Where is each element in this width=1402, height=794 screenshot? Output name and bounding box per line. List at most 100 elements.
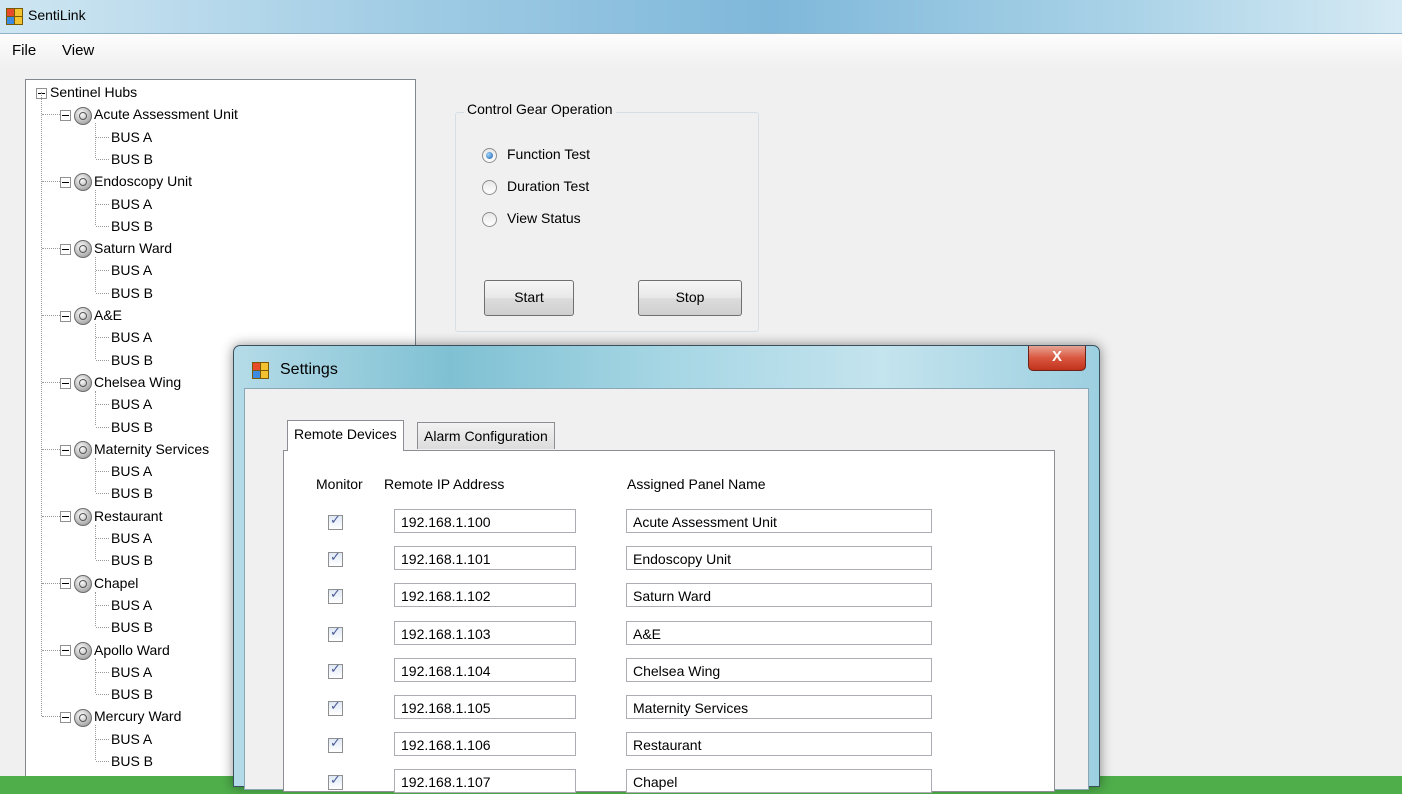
- tree-bus-item[interactable]: BUS A: [111, 193, 152, 215]
- tree-connector: [96, 225, 109, 227]
- tree-connector: [96, 493, 109, 495]
- bus-label: BUS A: [111, 329, 153, 346]
- remote-ip-field[interactable]: 192.168.1.101: [394, 546, 576, 571]
- collapse-icon[interactable]: [60, 444, 71, 456]
- panel-name-field[interactable]: Acute Assessment Unit: [626, 509, 932, 533]
- tab-alarm-configuration[interactable]: Alarm Configuration: [417, 422, 555, 449]
- panel-name-field[interactable]: Saturn Ward: [626, 583, 932, 608]
- tree-hub[interactable]: A&E: [60, 304, 122, 326]
- stop-button[interactable]: Stop: [638, 280, 742, 316]
- hub-label: Mercury Ward: [94, 708, 182, 725]
- remote-ip-field[interactable]: 192.168.1.107: [394, 769, 576, 794]
- tree-bus-item[interactable]: BUS A: [111, 594, 152, 616]
- tree-hub[interactable]: Mercury Ward: [60, 705, 181, 727]
- collapse-icon[interactable]: [60, 377, 71, 389]
- collapse-icon[interactable]: [60, 645, 71, 657]
- panel-name-field[interactable]: Chapel: [626, 769, 932, 794]
- monitor-checkbox[interactable]: [328, 625, 343, 642]
- tree-bus-item[interactable]: BUS B: [111, 683, 153, 705]
- hub-icon: [74, 307, 92, 326]
- panel-name-field[interactable]: Maternity Services: [626, 695, 932, 719]
- collapse-icon[interactable]: [60, 578, 71, 590]
- start-button[interactable]: Start: [484, 280, 574, 316]
- tree-bus-item[interactable]: BUS B: [111, 148, 153, 170]
- collapse-icon[interactable]: [60, 110, 71, 122]
- tree-connector: [96, 292, 109, 294]
- collapse-icon[interactable]: [60, 712, 71, 724]
- radio-duration-test[interactable]: Duration Test: [482, 175, 589, 197]
- tree-connector: [42, 315, 60, 316]
- collapse-icon[interactable]: [60, 310, 71, 322]
- remote-ip-field[interactable]: 192.168.1.100: [394, 509, 576, 533]
- tree-connector: [95, 524, 96, 560]
- radio-view-status[interactable]: View Status: [482, 207, 581, 229]
- tree-root[interactable]: Sentinel Hubs: [36, 81, 137, 103]
- tree-connector: [96, 604, 109, 606]
- tree-hub[interactable]: Acute Assessment Unit: [60, 103, 238, 125]
- bus-label: BUS B: [111, 351, 154, 368]
- monitor-checkbox[interactable]: [328, 550, 343, 568]
- tree-bus-item[interactable]: BUS A: [111, 728, 152, 750]
- remote-ip-field[interactable]: 192.168.1.104: [394, 657, 576, 682]
- panel-name-field[interactable]: A&E: [626, 620, 932, 645]
- tree-bus-item[interactable]: BUS B: [111, 282, 153, 304]
- tree-bus-item[interactable]: BUS B: [111, 215, 153, 237]
- monitor-checkbox[interactable]: [328, 513, 343, 530]
- monitor-checkbox[interactable]: [328, 773, 343, 791]
- radio-button-icon[interactable]: [482, 211, 497, 227]
- bus-label: BUS A: [111, 530, 153, 546]
- tree-hub[interactable]: Apollo Ward: [60, 639, 170, 661]
- tree-bus-item[interactable]: BUS B: [111, 549, 153, 571]
- collapse-icon[interactable]: [60, 176, 71, 188]
- tree-hub[interactable]: Saturn Ward: [60, 237, 172, 259]
- collapse-icon[interactable]: [60, 511, 71, 523]
- tree-hub[interactable]: Chelsea Wing: [60, 371, 181, 393]
- radio-button-icon[interactable]: [482, 179, 497, 195]
- tree-bus-item[interactable]: BUS A: [111, 326, 152, 348]
- tree-bus-item[interactable]: BUS A: [111, 661, 152, 683]
- tree-bus-item[interactable]: BUS B: [111, 616, 153, 638]
- tree-connector: [42, 582, 60, 584]
- hub-icon: [74, 240, 92, 259]
- monitor-checkbox[interactable]: [328, 662, 343, 679]
- tab-remote-devices[interactable]: Remote Devices: [287, 420, 404, 451]
- tree-bus-item[interactable]: BUS B: [111, 416, 153, 438]
- tree-bus-item[interactable]: BUS A: [111, 393, 152, 415]
- tree-connector: [95, 324, 96, 359]
- column-header-panel: Assigned Panel Name: [627, 476, 766, 492]
- remote-ip-field[interactable]: 192.168.1.106: [394, 732, 576, 757]
- remote-ip-field[interactable]: 192.168.1.103: [394, 620, 576, 645]
- tree-bus-item[interactable]: BUS B: [111, 482, 153, 504]
- tree-bus-item[interactable]: BUS B: [111, 750, 153, 772]
- panel-name-field[interactable]: Chelsea Wing: [626, 657, 932, 682]
- radio-function-test[interactable]: Function Test: [482, 143, 590, 165]
- tree-hub[interactable]: Maternity Services: [60, 438, 209, 460]
- tree-connector: [96, 136, 109, 138]
- collapse-icon[interactable]: [60, 243, 71, 255]
- panel-name-field[interactable]: Restaurant: [626, 732, 932, 757]
- remote-ip-field[interactable]: 192.168.1.105: [394, 695, 576, 719]
- monitor-checkbox[interactable]: [328, 587, 343, 605]
- menu-view[interactable]: View: [62, 42, 94, 59]
- title-bar[interactable]: SentiLink: [0, 0, 1402, 34]
- remote-devices-panel: Monitor Remote IP Address Assigned Panel…: [283, 450, 1055, 794]
- tree-bus-item[interactable]: BUS A: [111, 460, 152, 482]
- tree-bus-item[interactable]: BUS A: [111, 259, 152, 281]
- radio-button-checked-icon[interactable]: [482, 147, 497, 163]
- app-icon: [6, 8, 23, 25]
- tree-bus-item[interactable]: BUS A: [111, 527, 152, 549]
- tree-hub[interactable]: Restaurant: [60, 505, 162, 527]
- tree-hub[interactable]: Chapel: [60, 572, 138, 594]
- close-button[interactable]: X: [1028, 346, 1086, 371]
- monitor-checkbox[interactable]: [328, 736, 343, 754]
- monitor-checkbox[interactable]: [328, 699, 343, 716]
- hub-label: A&E: [94, 307, 123, 323]
- remote-ip-field[interactable]: 192.168.1.102: [394, 583, 576, 608]
- tree-hub[interactable]: Endoscopy Unit: [60, 170, 192, 192]
- hub-icon: [74, 441, 92, 460]
- tree-bus-item[interactable]: BUS B: [111, 349, 153, 371]
- menu-file[interactable]: File: [12, 42, 36, 59]
- panel-name-field[interactable]: Endoscopy Unit: [626, 546, 932, 571]
- tree-root-label: Sentinel Hubs: [50, 84, 138, 100]
- tree-bus-item[interactable]: BUS A: [111, 126, 152, 148]
